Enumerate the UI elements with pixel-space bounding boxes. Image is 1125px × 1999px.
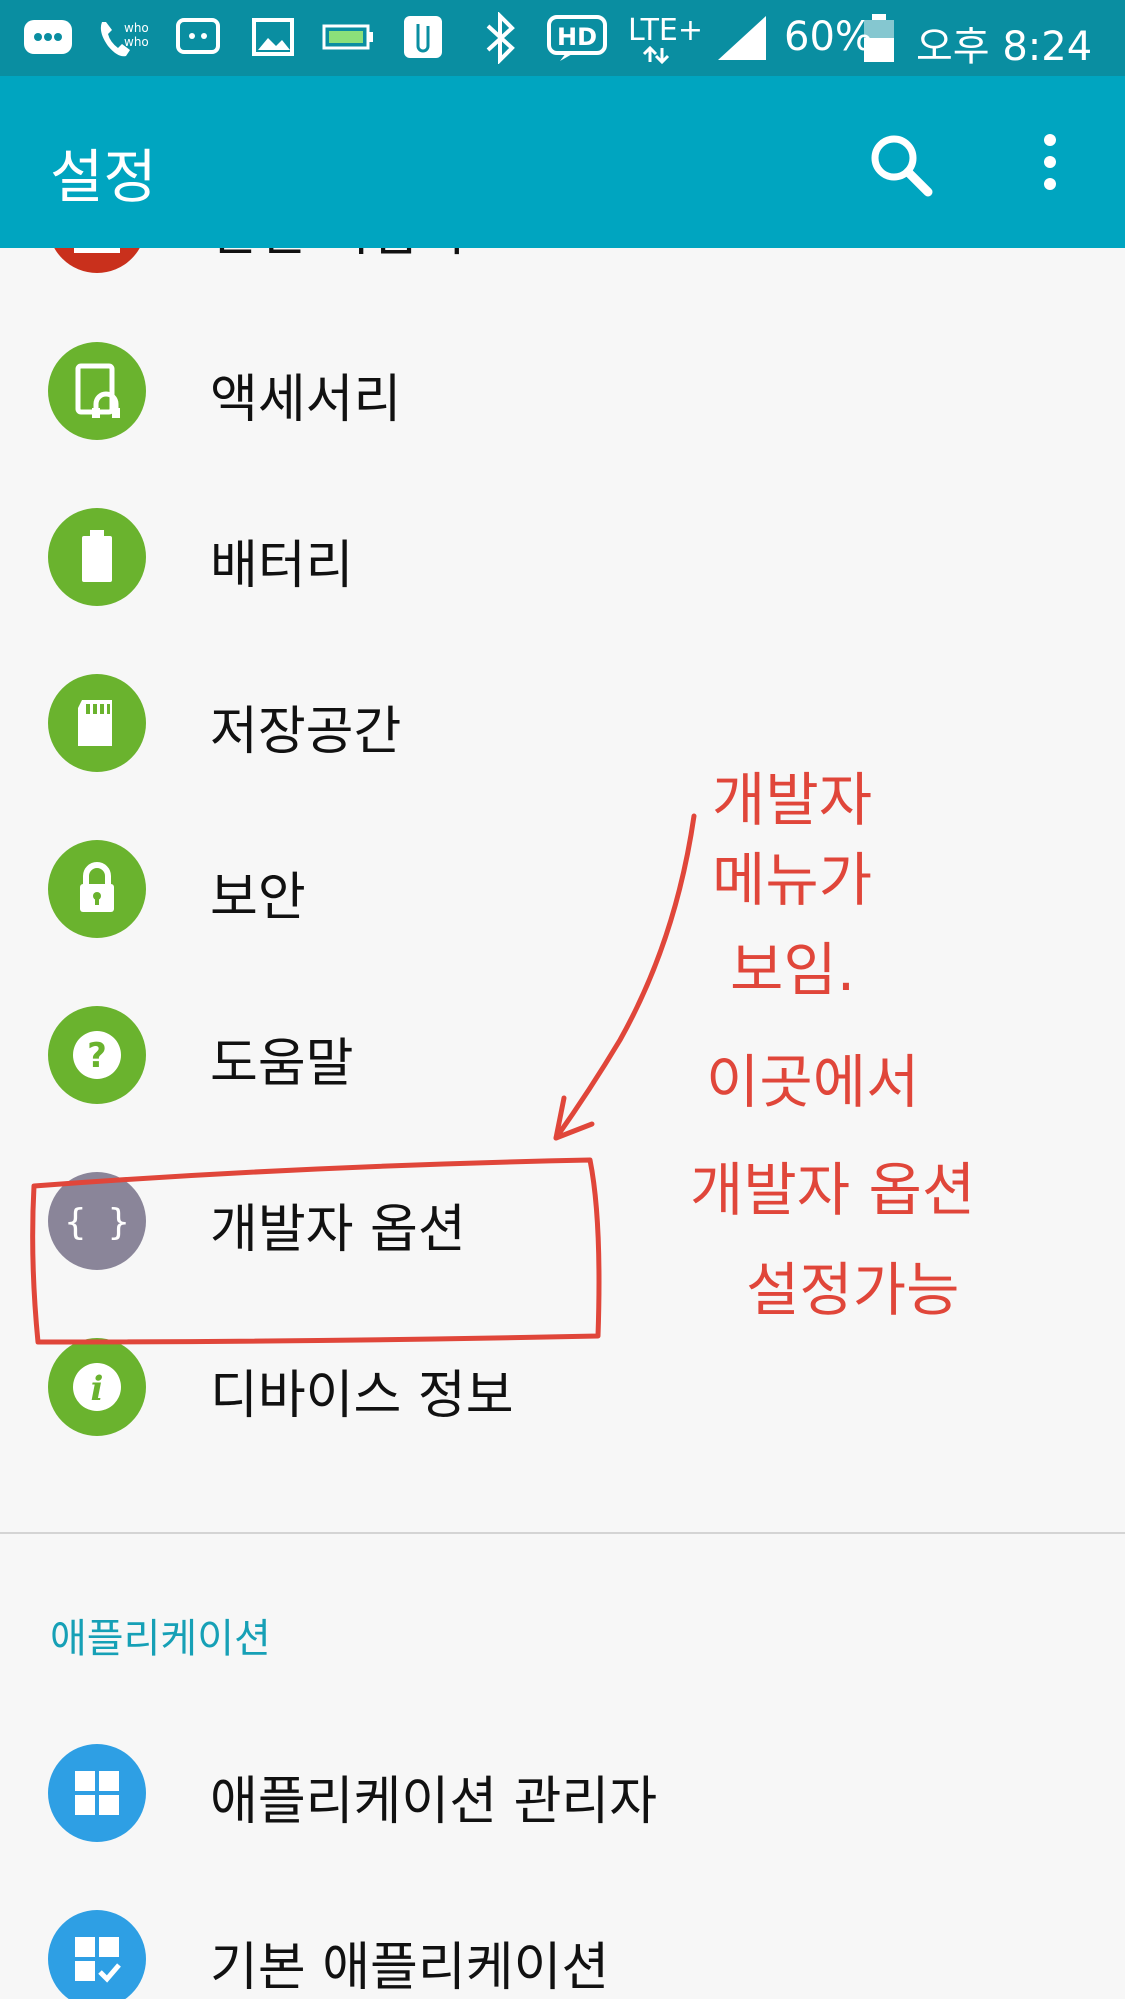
- item-label: 개발자 옵션: [210, 1200, 466, 1260]
- accessory-icon: [48, 342, 146, 440]
- developer-braces-icon: { }: [48, 1172, 146, 1270]
- battery-icon: [864, 14, 894, 62]
- hd-label: HD: [557, 23, 597, 51]
- item-label: 액세서리: [210, 370, 402, 430]
- app-bar: 설정: [0, 76, 1125, 248]
- svg-text:i: i: [91, 1369, 104, 1409]
- svg-text:{ }: { }: [64, 1202, 129, 1243]
- item-label: 디바이스 정보: [210, 1366, 514, 1426]
- signal-icon: [718, 16, 766, 60]
- list-item-default-apps[interactable]: 기본 애플리케이션: [0, 1879, 1125, 1999]
- section-header: 애플리케이션: [50, 1616, 271, 1662]
- item-label: 보안: [210, 868, 306, 928]
- default-apps-icon: [48, 1910, 146, 1999]
- clip-icon: [404, 16, 442, 58]
- sd-card-icon: [48, 674, 146, 772]
- hd-voice-icon: HD: [547, 15, 607, 61]
- battery-percent: 60%: [784, 14, 873, 60]
- settings-list: 안전 지킴이 액세서리 배터리 저장공간 보안 ? 도움말 { }: [0, 248, 1125, 1999]
- item-label: 도움말: [210, 1034, 354, 1094]
- lte-icon: LTE+: [628, 13, 703, 65]
- network-label: LTE+: [628, 13, 703, 48]
- clock: 오후 8:24: [916, 24, 1093, 70]
- message-icon: [24, 20, 72, 54]
- gallery-icon: [252, 18, 294, 56]
- lock-icon: [48, 840, 146, 938]
- bluetooth-icon: [486, 12, 515, 64]
- whowho-icon: whowho: [100, 21, 149, 57]
- item-label: 애플리케이션 관리자: [210, 1772, 658, 1832]
- list-item-safety[interactable]: 안전 지킴이: [0, 248, 1125, 304]
- list-item-app-manager[interactable]: 애플리케이션 관리자: [0, 1713, 1125, 1873]
- page-title: 설정: [50, 143, 157, 211]
- list-item-help[interactable]: ? 도움말: [0, 975, 1125, 1135]
- svg-text:who: who: [124, 35, 149, 49]
- item-label: 저장공간: [210, 702, 402, 762]
- item-label: 배터리: [210, 536, 354, 596]
- search-icon[interactable]: [866, 130, 936, 200]
- battery-icon: [48, 508, 146, 606]
- more-vert-icon[interactable]: [1030, 130, 1070, 200]
- list-item-device-info[interactable]: i 디바이스 정보: [0, 1307, 1125, 1467]
- status-bar: who who HD LTE+ 60% 오후 8:24: [0, 0, 1125, 76]
- list-item-battery[interactable]: 배터리: [0, 477, 1125, 637]
- info-icon: i: [48, 1338, 146, 1436]
- help-icon: ?: [48, 1006, 146, 1104]
- list-item-accessories[interactable]: 액세서리: [0, 311, 1125, 471]
- list-item-storage[interactable]: 저장공간: [0, 643, 1125, 803]
- list-item-security[interactable]: 보안: [0, 809, 1125, 969]
- list-item-developer-options[interactable]: { } 개발자 옵션: [0, 1141, 1125, 1301]
- svg-text:?: ?: [87, 1036, 107, 1076]
- warning-icon: [48, 248, 146, 273]
- chat-icon: [176, 18, 220, 54]
- item-label: 기본 애플리케이션: [210, 1938, 610, 1998]
- battery-saver-icon: [322, 24, 373, 50]
- svg-text:who: who: [124, 21, 149, 35]
- section-divider: [0, 1532, 1125, 1534]
- app-grid-icon: [48, 1744, 146, 1842]
- item-label: 안전 지킴이: [210, 248, 466, 265]
